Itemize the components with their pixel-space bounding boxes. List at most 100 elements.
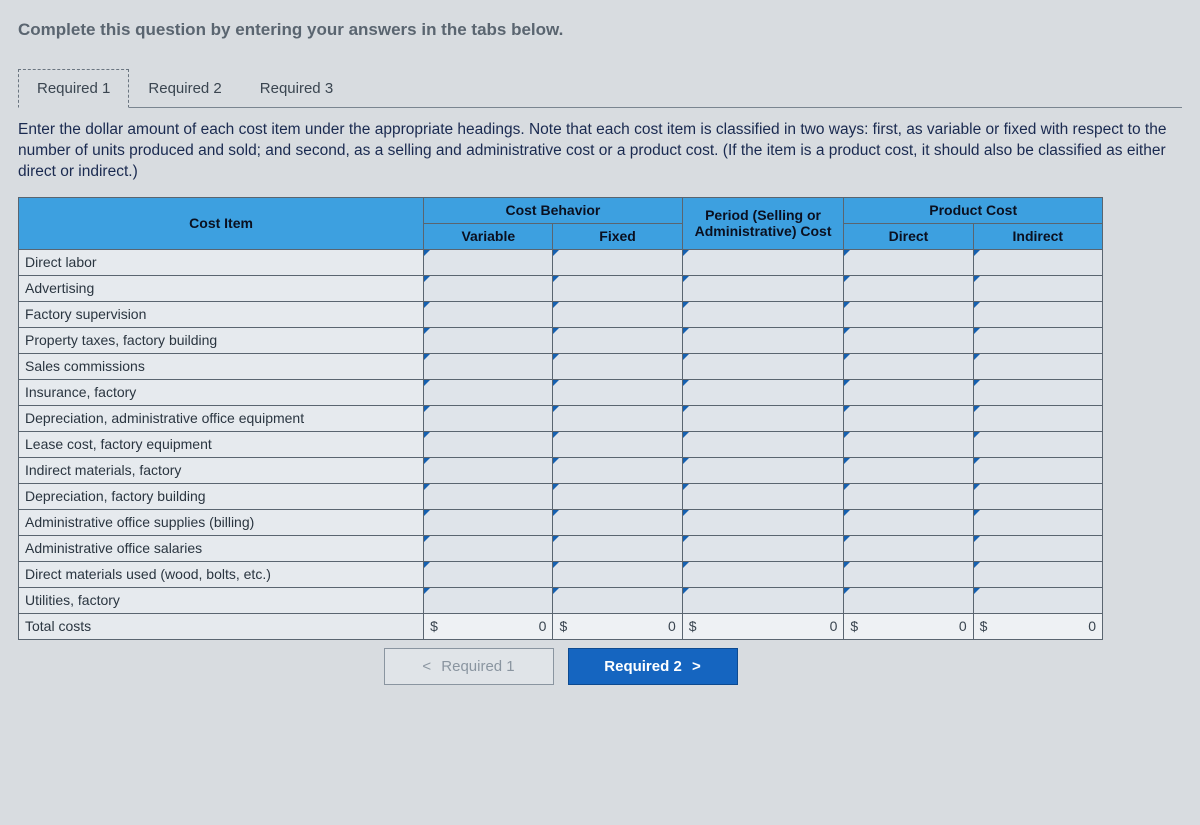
tabs-bar: Required 1 Required 2 Required 3: [18, 68, 1182, 108]
cell-direct[interactable]: [844, 327, 973, 353]
cell-period[interactable]: [682, 483, 844, 509]
cell-indirect[interactable]: [973, 587, 1102, 613]
row-label: Direct materials used (wood, bolts, etc.…: [19, 561, 424, 587]
cell-fixed[interactable]: [553, 249, 682, 275]
cell-direct[interactable]: [844, 483, 973, 509]
chevron-left-icon: <: [422, 658, 431, 675]
total-fixed: $0: [553, 613, 682, 639]
row-label: Depreciation, administrative office equi…: [19, 405, 424, 431]
totals-label: Total costs: [19, 613, 424, 639]
cell-direct[interactable]: [844, 301, 973, 327]
cell-direct[interactable]: [844, 405, 973, 431]
cell-variable[interactable]: [424, 535, 553, 561]
cell-fixed[interactable]: [553, 509, 682, 535]
cell-indirect[interactable]: [973, 561, 1102, 587]
cell-direct[interactable]: [844, 561, 973, 587]
row-label: Sales commissions: [19, 353, 424, 379]
cell-indirect[interactable]: [973, 249, 1102, 275]
row-label: Administrative office supplies (billing): [19, 509, 424, 535]
next-button[interactable]: Required 2 >: [568, 648, 738, 685]
cell-indirect[interactable]: [973, 327, 1102, 353]
cell-fixed[interactable]: [553, 587, 682, 613]
cell-variable[interactable]: [424, 509, 553, 535]
cell-fixed[interactable]: [553, 327, 682, 353]
cell-indirect[interactable]: [973, 535, 1102, 561]
cell-variable[interactable]: [424, 275, 553, 301]
cell-direct[interactable]: [844, 275, 973, 301]
row-label: Insurance, factory: [19, 379, 424, 405]
cell-fixed[interactable]: [553, 457, 682, 483]
cell-fixed[interactable]: [553, 561, 682, 587]
cost-table-body: Direct labor Advertising Factory supervi…: [19, 249, 1103, 639]
tab-required-1[interactable]: Required 1: [18, 69, 129, 108]
cell-variable[interactable]: [424, 457, 553, 483]
cell-variable[interactable]: [424, 379, 553, 405]
cell-indirect[interactable]: [973, 379, 1102, 405]
cell-indirect[interactable]: [973, 431, 1102, 457]
cell-variable[interactable]: [424, 249, 553, 275]
cell-variable[interactable]: [424, 431, 553, 457]
cell-indirect[interactable]: [973, 405, 1102, 431]
cell-period[interactable]: [682, 431, 844, 457]
table-row: Indirect materials, factory: [19, 457, 1103, 483]
table-row: Direct materials used (wood, bolts, etc.…: [19, 561, 1103, 587]
cell-period[interactable]: [682, 379, 844, 405]
cell-direct[interactable]: [844, 379, 973, 405]
row-label: Property taxes, factory building: [19, 327, 424, 353]
cell-indirect[interactable]: [973, 483, 1102, 509]
nav-row: < Required 1 Required 2 >: [18, 648, 1103, 685]
row-label: Lease cost, factory equipment: [19, 431, 424, 457]
table-row: Administrative office salaries: [19, 535, 1103, 561]
cell-fixed[interactable]: [553, 431, 682, 457]
table-row: Depreciation, administrative office equi…: [19, 405, 1103, 431]
cell-variable[interactable]: [424, 561, 553, 587]
cell-fixed[interactable]: [553, 301, 682, 327]
cell-fixed[interactable]: [553, 405, 682, 431]
cell-direct[interactable]: [844, 535, 973, 561]
cell-period[interactable]: [682, 587, 844, 613]
cell-variable[interactable]: [424, 301, 553, 327]
cell-period[interactable]: [682, 301, 844, 327]
row-label: Direct labor: [19, 249, 424, 275]
cell-period[interactable]: [682, 353, 844, 379]
cell-direct[interactable]: [844, 249, 973, 275]
table-row: Sales commissions: [19, 353, 1103, 379]
cell-period[interactable]: [682, 249, 844, 275]
cell-fixed[interactable]: [553, 275, 682, 301]
cell-fixed[interactable]: [553, 483, 682, 509]
cell-period[interactable]: [682, 509, 844, 535]
prev-button: < Required 1: [384, 648, 554, 685]
table-row: Administrative office supplies (billing): [19, 509, 1103, 535]
cell-indirect[interactable]: [973, 275, 1102, 301]
cell-indirect[interactable]: [973, 301, 1102, 327]
cell-indirect[interactable]: [973, 457, 1102, 483]
cell-variable[interactable]: [424, 327, 553, 353]
cell-direct[interactable]: [844, 353, 973, 379]
cost-table: Cost Item Cost Behavior Period (Selling …: [18, 197, 1103, 640]
tab-required-3[interactable]: Required 3: [241, 69, 352, 108]
cell-direct[interactable]: [844, 457, 973, 483]
cell-direct[interactable]: [844, 587, 973, 613]
table-row: Factory supervision: [19, 301, 1103, 327]
cell-variable[interactable]: [424, 353, 553, 379]
col-header-period: Period (Selling or Administrative) Cost: [682, 197, 844, 249]
cell-period[interactable]: [682, 535, 844, 561]
table-row: Lease cost, factory equipment: [19, 431, 1103, 457]
cell-fixed[interactable]: [553, 535, 682, 561]
cell-period[interactable]: [682, 405, 844, 431]
cell-direct[interactable]: [844, 431, 973, 457]
cell-fixed[interactable]: [553, 353, 682, 379]
cell-indirect[interactable]: [973, 353, 1102, 379]
cell-variable[interactable]: [424, 483, 553, 509]
tab-required-2[interactable]: Required 2: [129, 69, 240, 108]
cell-period[interactable]: [682, 275, 844, 301]
cell-variable[interactable]: [424, 587, 553, 613]
cell-direct[interactable]: [844, 509, 973, 535]
cell-period[interactable]: [682, 457, 844, 483]
cell-period[interactable]: [682, 327, 844, 353]
cell-indirect[interactable]: [973, 509, 1102, 535]
cell-period[interactable]: [682, 561, 844, 587]
row-label: Administrative office salaries: [19, 535, 424, 561]
cell-fixed[interactable]: [553, 379, 682, 405]
cell-variable[interactable]: [424, 405, 553, 431]
